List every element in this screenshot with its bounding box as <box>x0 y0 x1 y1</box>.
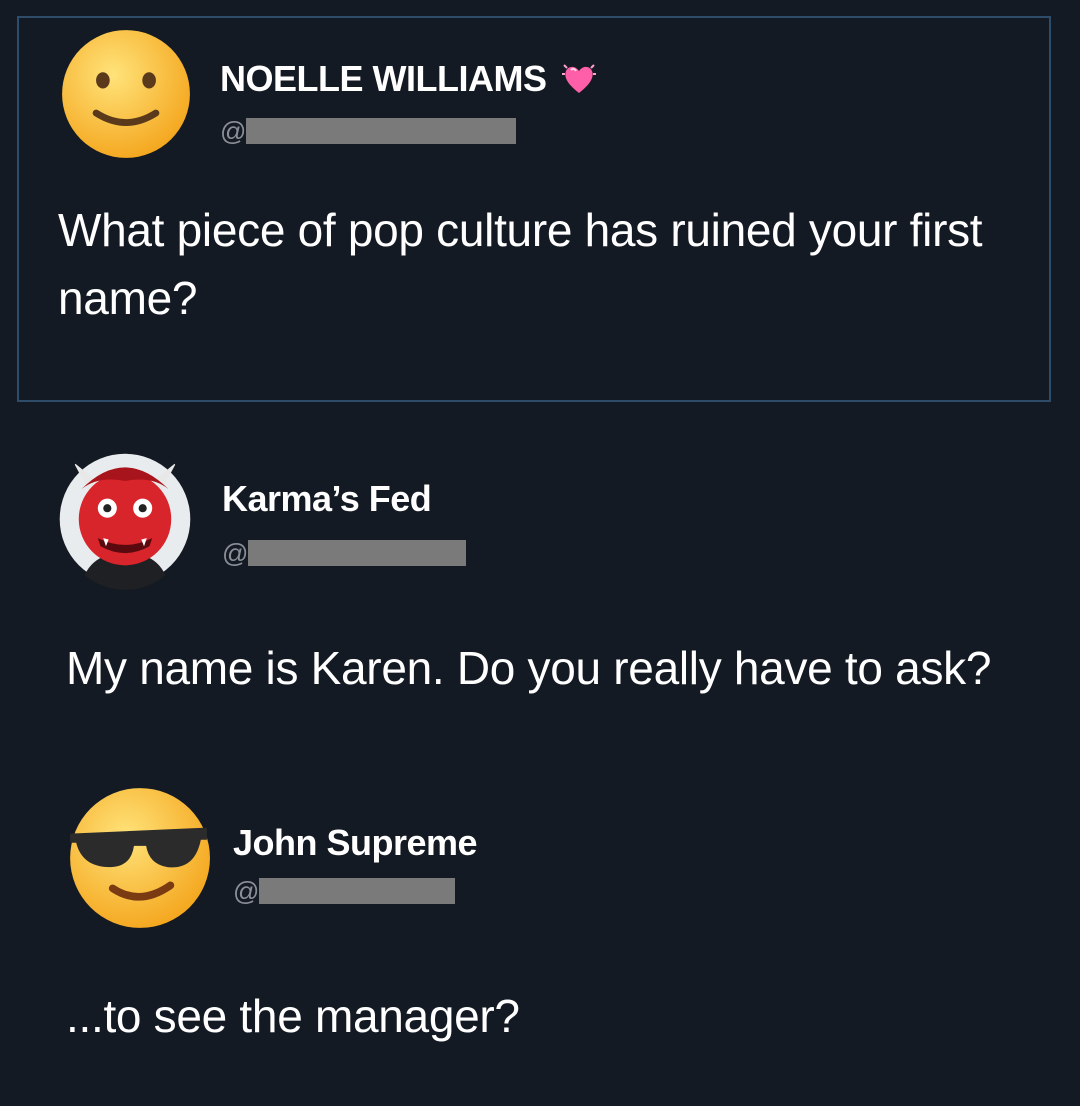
handle-at-sign: @ <box>220 116 247 146</box>
handle-at-sign: @ <box>233 876 260 906</box>
author-handle[interactable]: @ <box>220 118 516 144</box>
redaction-bar <box>259 878 455 904</box>
author-name[interactable]: Karma’s Fed <box>222 478 432 520</box>
handle-at-sign: @ <box>222 538 249 568</box>
author-handle[interactable]: @ <box>222 540 466 566</box>
redaction-bar <box>248 540 466 566</box>
heart-icon <box>562 62 596 96</box>
author-name[interactable]: John Supreme <box>233 822 478 864</box>
sunglasses-avatar-icon[interactable] <box>60 782 214 934</box>
tweet-text: My name is Karen. Do you really have to … <box>66 642 992 694</box>
author-handle[interactable]: @ <box>233 878 455 904</box>
smiling-face-avatar-icon[interactable] <box>58 24 194 164</box>
tweet-text: What piece of pop culture has ruined you… <box>58 204 983 324</box>
ogre-avatar-icon[interactable] <box>57 440 193 590</box>
author-name[interactable]: NOELLE WILLIAMS <box>220 58 547 100</box>
redaction-bar <box>246 118 516 144</box>
tweet-text: ...to see the manager? <box>66 990 520 1042</box>
